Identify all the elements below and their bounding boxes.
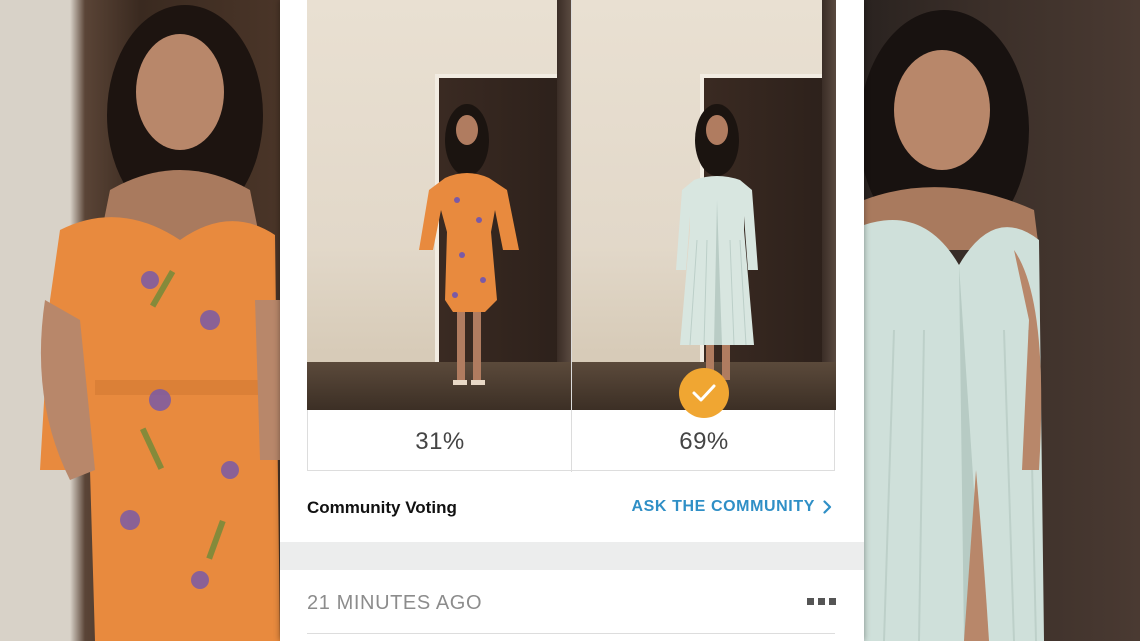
poll-card: 31% 69% Community Voting ASK THE COMMUNI…	[280, 0, 864, 641]
model-orange-dress	[419, 104, 519, 385]
background-photo-left	[0, 0, 280, 641]
background-photo-right	[864, 0, 1140, 641]
model-mint-dress	[676, 104, 758, 380]
option-b-photo[interactable]	[572, 0, 836, 410]
vote-panel: 31% 69% Community Voting ASK THE COMMUNI…	[280, 0, 864, 542]
ask-community-link[interactable]: ASK THE COMMUNITY	[631, 498, 832, 516]
check-icon	[692, 384, 716, 402]
option-a-percent: 31%	[415, 428, 465, 455]
chevron-right-icon	[823, 500, 832, 514]
post-timestamp: 21 MINUTES AGO	[307, 592, 483, 614]
option-b-percent: 69%	[679, 428, 729, 455]
community-voting-title: Community Voting	[307, 498, 457, 517]
divider	[307, 633, 835, 634]
option-a-photo[interactable]	[307, 0, 571, 410]
more-icon[interactable]	[807, 598, 836, 605]
post-panel: 21 MINUTES AGO	[280, 570, 864, 641]
ask-community-label: ASK THE COMMUNITY	[631, 498, 815, 515]
vote-results-row: 31% 69%	[307, 410, 835, 471]
